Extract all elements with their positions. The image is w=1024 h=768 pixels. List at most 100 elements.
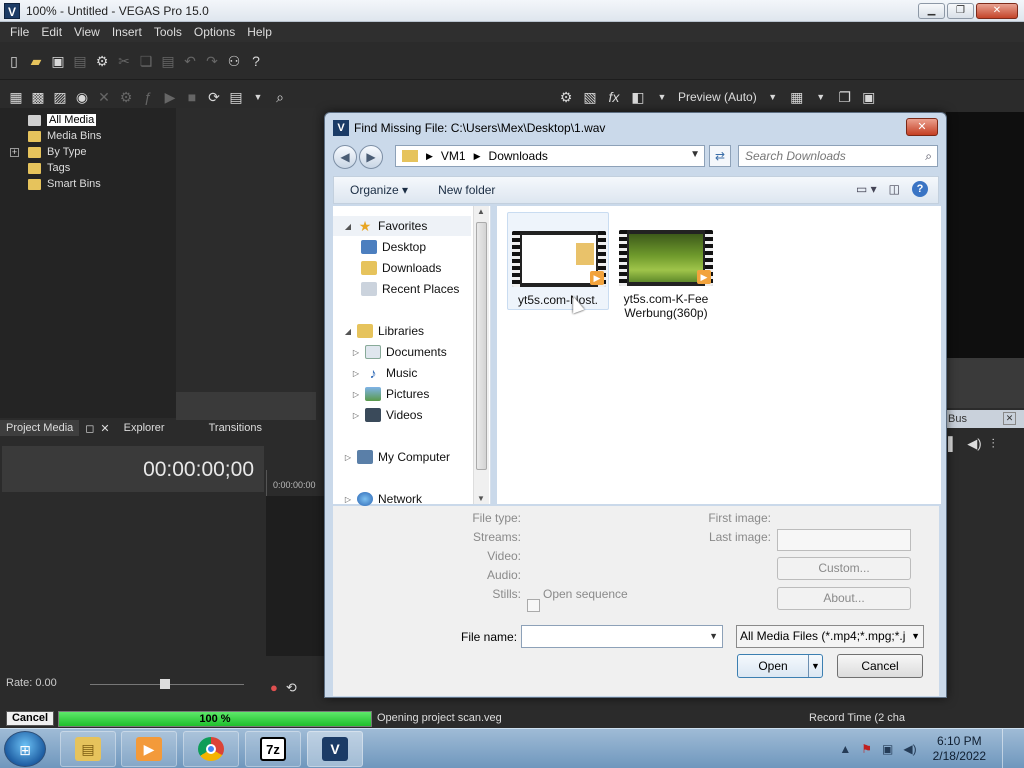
nav-videos[interactable]: ▷ Videos (351, 405, 422, 425)
about-button[interactable]: About... (777, 587, 911, 610)
nav-music[interactable]: ▷ ♪ Music (351, 363, 417, 383)
nav-favorites[interactable]: ◢ ★ Favorites (343, 216, 427, 236)
expand-arrow-icon[interactable]: ▷ (343, 495, 353, 504)
open-dropdown-icon[interactable]: ▼ (808, 655, 822, 677)
import-media-icon[interactable]: ▦ (8, 89, 24, 105)
cancel-button[interactable]: Cancel (837, 654, 923, 678)
file-type-dropdown-icon[interactable]: ▼ (909, 626, 920, 647)
track-list[interactable] (2, 494, 264, 654)
clock[interactable]: 6:10 PM 2/18/2022 (933, 734, 986, 764)
nav-scroll-thumb[interactable] (476, 222, 487, 470)
tree-item-by-type[interactable]: + By Type (10, 144, 176, 160)
minimize-button[interactable]: ▁ (918, 3, 945, 19)
nav-pictures[interactable]: ▷ Pictures (351, 384, 429, 404)
get-photo-icon[interactable]: ▨ (52, 89, 68, 105)
tab-dock-icon[interactable]: ◻ (85, 422, 94, 435)
taskbar-7zip[interactable]: 7z (245, 731, 301, 767)
media-list-panel[interactable] (176, 108, 316, 420)
nav-scrollbar[interactable]: ▲ ▼ (473, 206, 489, 504)
capture-icon[interactable]: ▩ (30, 89, 46, 105)
taskbar-chrome[interactable] (183, 731, 239, 767)
cancel-render-button[interactable]: Cancel (6, 711, 54, 726)
dialog-close-button[interactable]: ✕ (906, 118, 938, 136)
nav-desktop[interactable]: Desktop (361, 237, 426, 257)
cut-icon[interactable]: ✂ (116, 53, 132, 69)
taskbar-vegas[interactable]: V (307, 731, 363, 767)
search-input[interactable]: Search Downloads ⌕ (738, 145, 938, 167)
nav-recent-places[interactable]: Recent Places (361, 279, 459, 299)
save-snapshot-icon[interactable]: ▣ (861, 89, 877, 105)
start-button[interactable]: ⊞ (4, 731, 46, 767)
expand-arrow-icon[interactable]: ▷ (343, 453, 353, 462)
menu-tools[interactable]: Tools (154, 25, 182, 39)
preview-pane-icon[interactable]: ◫ (889, 182, 900, 196)
tray-expand-icon[interactable]: ▲ (839, 742, 851, 756)
mixer-sliders-icon[interactable]: ⫶ (992, 436, 995, 452)
refresh-button[interactable]: ⇄ (709, 145, 731, 167)
fx-icon[interactable]: ƒ (140, 89, 156, 105)
expand-arrow-icon[interactable]: ▷ (351, 348, 361, 357)
open-sequence-checkbox[interactable] (527, 599, 540, 612)
address-dropdown-icon[interactable]: ▼ (690, 149, 700, 160)
views-dropdown-icon[interactable]: ▼ (250, 89, 266, 105)
bus-fx-icon[interactable]: ▌ (948, 436, 957, 452)
video-fx-icon[interactable]: fx (606, 89, 622, 105)
redo-icon[interactable]: ↷ (204, 53, 220, 69)
menu-help[interactable]: Help (247, 25, 272, 39)
timeline-ruler[interactable]: 0:00:00:00 (266, 470, 326, 496)
undo-icon[interactable]: ↶ (182, 53, 198, 69)
views-icon[interactable]: ▤ (228, 89, 244, 105)
maximize-button[interactable]: ❐ (947, 3, 974, 19)
file-item-nost[interactable]: ▶ yt5s.com-Nost. (507, 212, 609, 310)
new-file-icon[interactable]: ▯ (6, 53, 22, 69)
help-cursor-icon[interactable]: ? (248, 53, 264, 69)
properties-gear-icon[interactable]: ⚙ (94, 53, 110, 69)
breadcrumb-separator-icon[interactable]: ▶ (426, 151, 433, 162)
help-icon[interactable]: ? (912, 181, 928, 197)
volume-icon[interactable]: ◀) (967, 436, 981, 452)
collapse-arrow-icon[interactable]: ◢ (343, 222, 353, 231)
paste-icon[interactable]: ▤ (160, 53, 176, 69)
change-view-icon[interactable]: ▭ ▾ (856, 182, 877, 196)
open-button[interactable]: Open ▼ (737, 654, 823, 678)
rate-slider-handle[interactable] (160, 679, 170, 689)
save-icon[interactable]: ▣ (50, 53, 66, 69)
nav-my-computer[interactable]: ▷ My Computer (343, 447, 450, 467)
scroll-down-icon[interactable]: ▼ (477, 494, 485, 503)
nav-documents[interactable]: ▷ Documents (351, 342, 447, 362)
split-dropdown-icon[interactable]: ▼ (654, 89, 670, 105)
preview-quality-select[interactable]: Preview (Auto) (678, 90, 757, 104)
taskbar-media-player[interactable]: ▶ (121, 731, 177, 767)
search-icon[interactable]: ⌕ (272, 89, 288, 105)
network-icon[interactable]: ▣ (882, 742, 893, 756)
action-center-icon[interactable]: ⚑ (861, 742, 872, 756)
nav-libraries[interactable]: ◢ Libraries (343, 321, 424, 341)
forward-button[interactable]: ▶ (359, 145, 383, 169)
tab-explorer[interactable]: Explorer (124, 422, 165, 434)
custom-button[interactable]: Custom... (777, 557, 911, 580)
tree-item-smart-bins[interactable]: Smart Bins (12, 176, 176, 192)
preview-properties-icon[interactable]: ⚙ (558, 89, 574, 105)
expand-icon[interactable]: + (10, 147, 19, 157)
tab-transitions[interactable]: Transitions (209, 422, 262, 434)
back-button[interactable]: ◀ (333, 145, 357, 169)
render-icon[interactable]: ⚇ (226, 53, 242, 69)
tree-item-media-bins[interactable]: Media Bins (12, 128, 176, 144)
menu-view[interactable]: View (74, 25, 100, 39)
save-as-icon[interactable]: ▤ (72, 53, 88, 69)
close-button[interactable]: ✕ (976, 3, 1018, 19)
expand-arrow-icon[interactable]: ▷ (351, 411, 361, 420)
file-type-select[interactable]: All Media Files (*.mp4;*.mpg;*.j ▼ (736, 625, 924, 648)
search-icon[interactable]: ⌕ (925, 146, 932, 166)
timeline-area[interactable] (266, 496, 326, 656)
copy-icon[interactable]: ❏ (138, 53, 154, 69)
overlays-grid-icon[interactable]: ▦ (789, 89, 805, 105)
remove-icon[interactable]: ✕ (96, 89, 112, 105)
record-mic-icon[interactable]: ● (270, 680, 278, 696)
file-item-k-fee[interactable]: ▶ yt5s.com-K-Fee Werbung(360p) (615, 212, 717, 320)
breadcrumb-downloads[interactable]: Downloads (489, 149, 548, 163)
file-list[interactable]: ▶ yt5s.com-Nost. ▶ yt5s.com-K-Fee Werbun… (497, 206, 941, 504)
address-bar[interactable]: ▶ VM1 ▶ Downloads ▼ (395, 145, 705, 167)
bus-close-icon[interactable]: ✕ (1003, 412, 1016, 425)
organize-button[interactable]: Organize ▾ (350, 183, 408, 197)
